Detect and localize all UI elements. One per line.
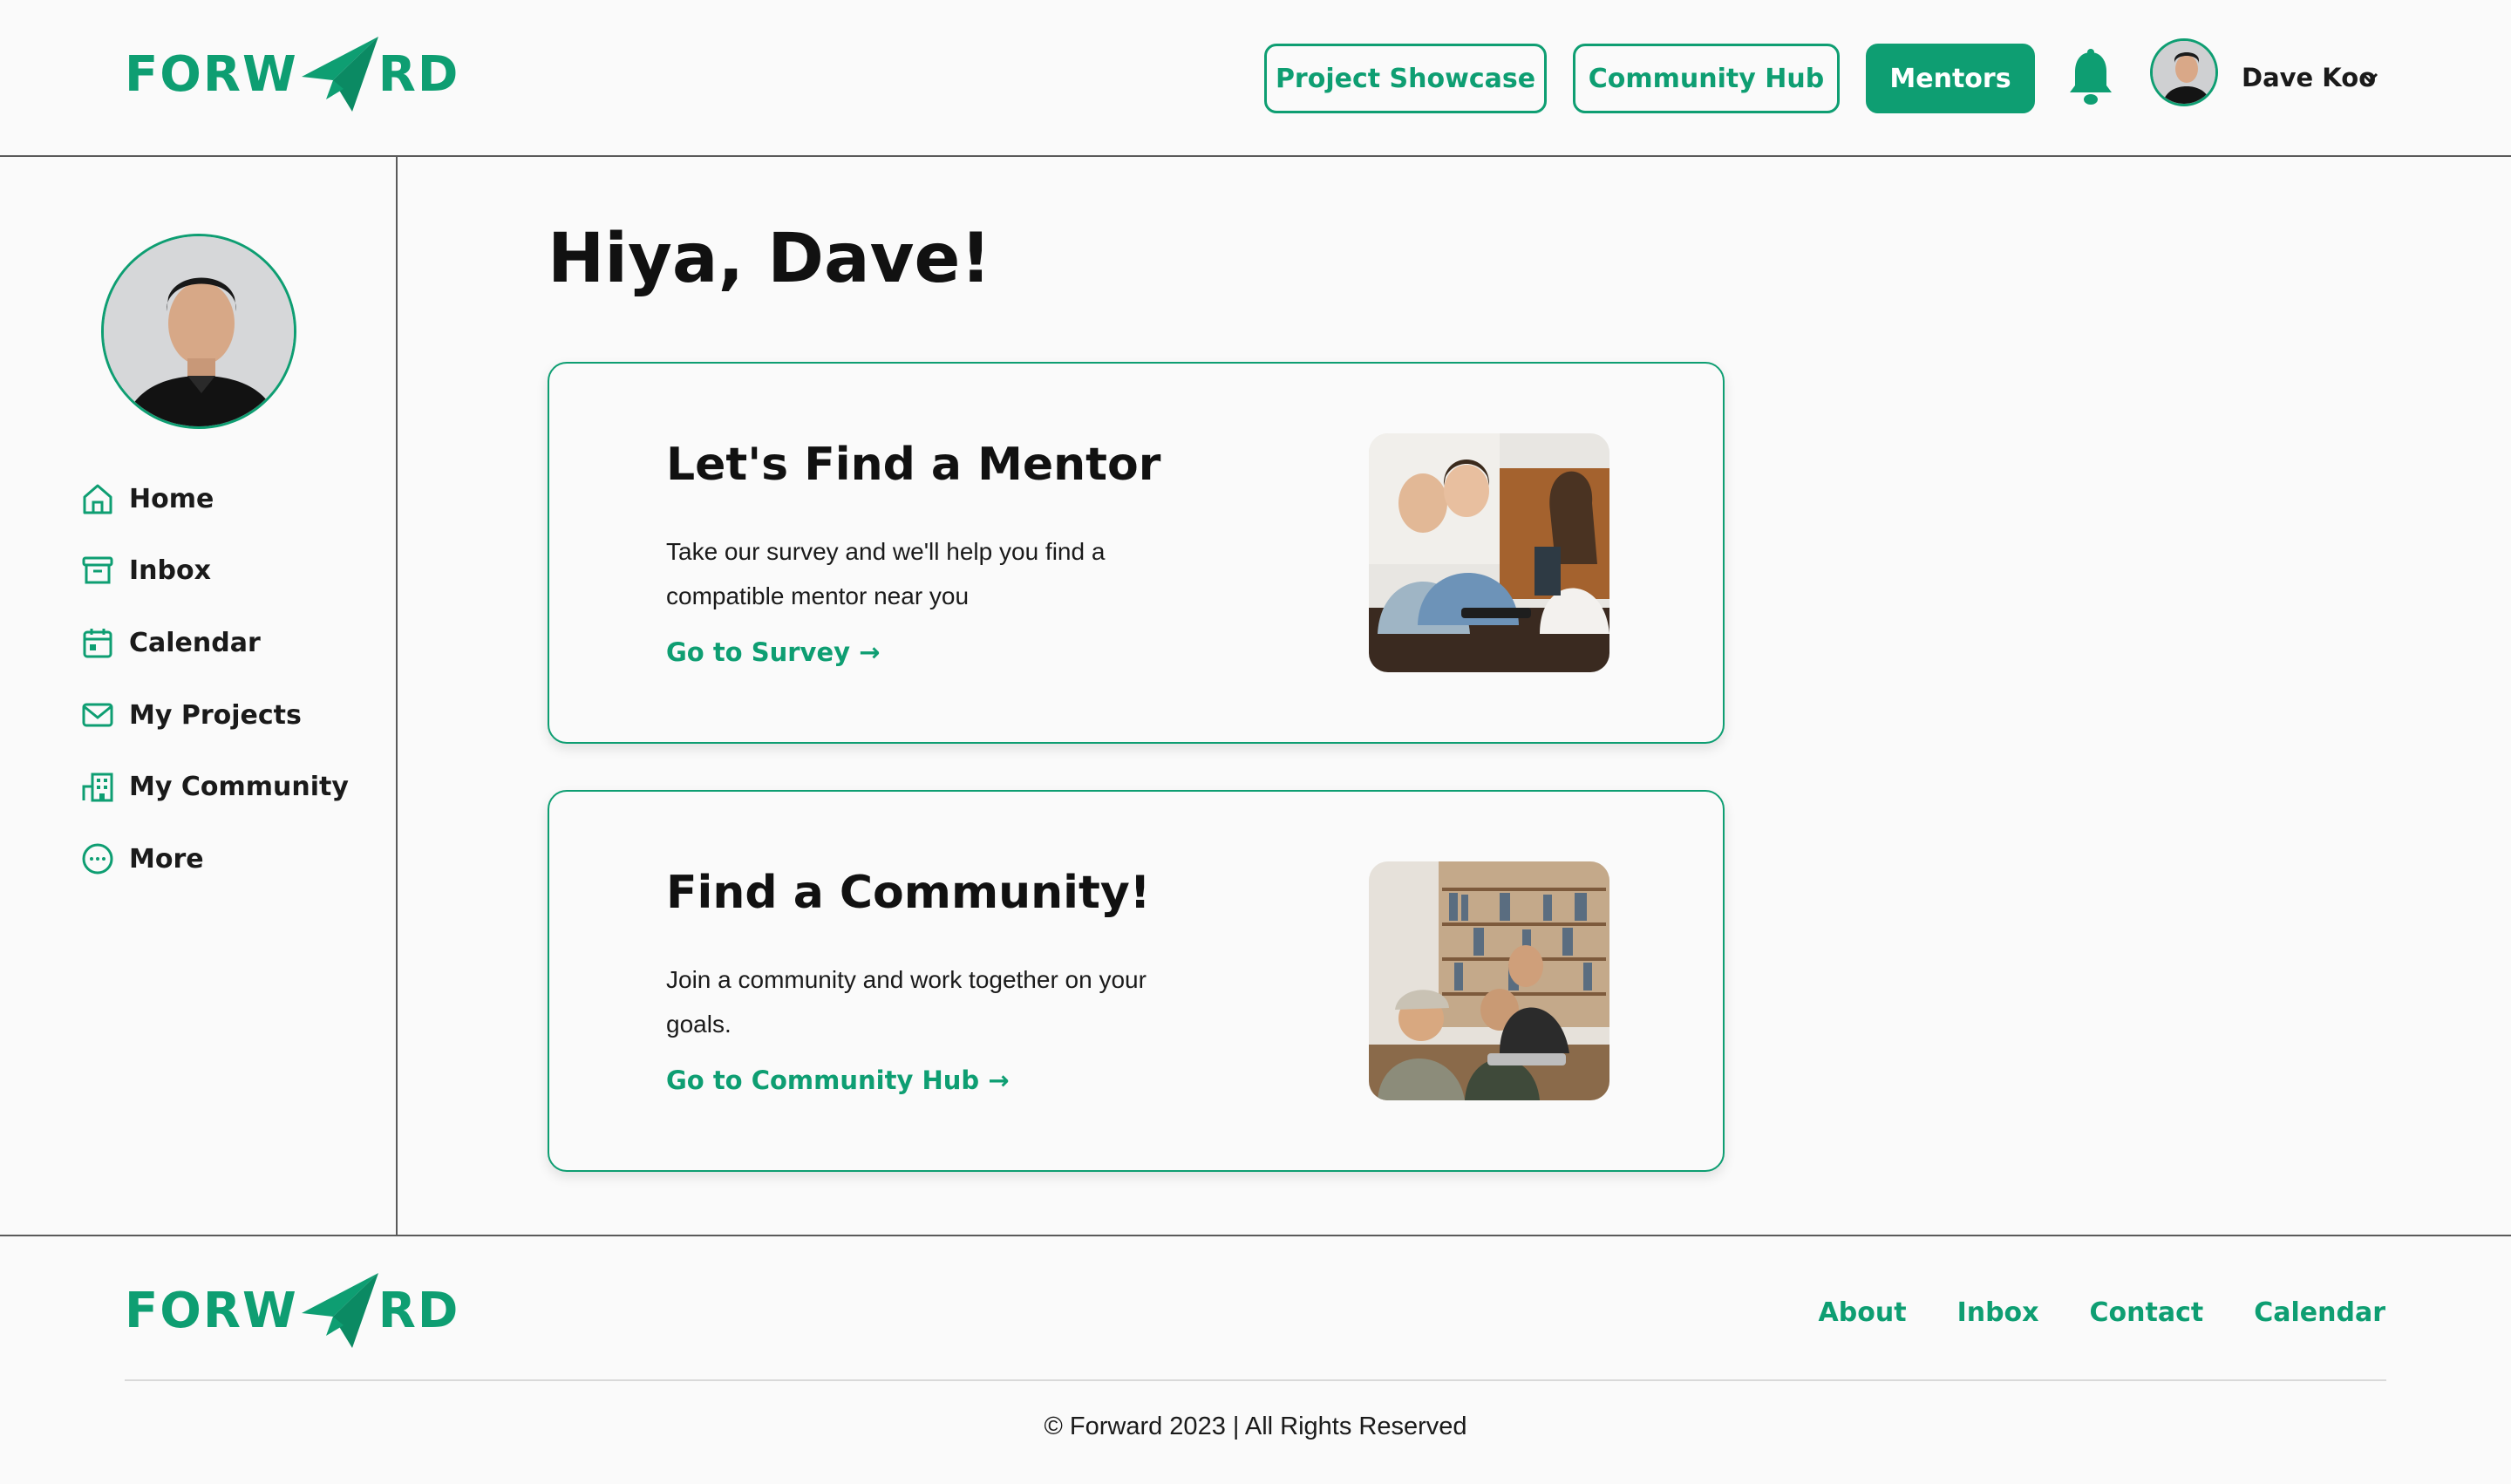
footer-nav: About Inbox Contact Calendar [1819, 1297, 2385, 1328]
sidebar-item-my-community[interactable]: My Community [80, 769, 349, 804]
mentors-button[interactable]: Mentors [1866, 44, 2035, 113]
library-group-image [1369, 861, 1609, 1100]
more-icon [82, 843, 113, 875]
card-description: Join a community and work together on yo… [666, 966, 1147, 1038]
chevron-down-icon[interactable] [2361, 71, 2378, 84]
logo-text-left: FORW [125, 1282, 298, 1339]
community-photo [1369, 861, 1609, 1100]
profile-avatar[interactable] [101, 234, 296, 429]
logo-text-right: RD [378, 45, 460, 103]
mail-icon [82, 703, 113, 727]
logo-text-left: FORW [125, 45, 298, 103]
inbox-icon [82, 556, 113, 584]
sidebar-item-label: Calendar [129, 627, 261, 658]
mentor-photo [1369, 433, 1609, 672]
paper-plane-logo-icon [301, 1273, 378, 1348]
calendar-icon [83, 629, 112, 658]
sidebar-item-label: Home [129, 483, 214, 514]
footer-forward-logo[interactable]: FORW RD [125, 1271, 459, 1350]
sidebar-item-label: More [129, 843, 204, 875]
logo-text-right: RD [378, 1282, 460, 1339]
page-title: Hiya, Dave! [548, 220, 991, 298]
footer-link-about[interactable]: About [1819, 1297, 1907, 1328]
footer-link-calendar[interactable]: Calendar [2254, 1297, 2385, 1328]
project-showcase-button[interactable]: Project Showcase [1264, 44, 1547, 113]
community-hub-button[interactable]: Community Hub [1573, 44, 1840, 113]
community-card: Find a Community! Join a community and w… [548, 790, 1725, 1172]
profile-photo [104, 236, 294, 426]
footer-link-contact[interactable]: Contact [2090, 1297, 2204, 1328]
top-header: FORW RD Project Showcase Community Hub M… [0, 0, 2511, 157]
forward-logo[interactable]: FORW RD [125, 35, 459, 113]
group-meeting-image [1369, 433, 1609, 672]
card-title: Let's Find a Mentor [666, 439, 1161, 491]
sidebar-item-home[interactable]: Home [80, 481, 214, 516]
footer-divider [125, 1379, 2386, 1381]
bell-icon[interactable] [2066, 49, 2115, 106]
sidebar-item-my-projects[interactable]: My Projects [80, 698, 302, 732]
card-title: Find a Community! [666, 867, 1151, 919]
footer-link-inbox[interactable]: Inbox [1957, 1297, 2039, 1328]
user-avatar-image [2153, 41, 2215, 104]
sidebar-item-calendar[interactable]: Calendar [80, 625, 261, 660]
mentor-card: Let's Find a Mentor Take our survey and … [548, 362, 1725, 744]
sidebar-item-more[interactable]: More [80, 841, 204, 876]
user-name[interactable]: Dave Koo [2242, 63, 2376, 92]
sidebar-item-label: My Community [129, 771, 349, 802]
go-to-survey-link[interactable]: Go to Survey → [666, 637, 880, 667]
sidebar: Home Inbox Calendar My Projects My Commu… [0, 157, 398, 1235]
user-avatar[interactable] [2150, 38, 2218, 106]
card-description: Take our survey and we'll help you find … [666, 538, 1106, 609]
paper-plane-logo-icon [301, 37, 378, 112]
sidebar-item-label: My Projects [129, 699, 302, 731]
footer: FORW RD About Inbox Contact Calendar © F… [0, 1235, 2511, 1484]
sidebar-item-label: Inbox [129, 555, 211, 586]
header-nav: Project Showcase Community Hub Mentors [1264, 44, 2035, 113]
home-icon [83, 484, 112, 514]
go-to-community-hub-link[interactable]: Go to Community Hub → [666, 1065, 1010, 1095]
sidebar-item-inbox[interactable]: Inbox [80, 553, 211, 588]
building-icon [82, 773, 113, 802]
copyright-text: © Forward 2023 | All Rights Reserved [1044, 1413, 1467, 1440]
